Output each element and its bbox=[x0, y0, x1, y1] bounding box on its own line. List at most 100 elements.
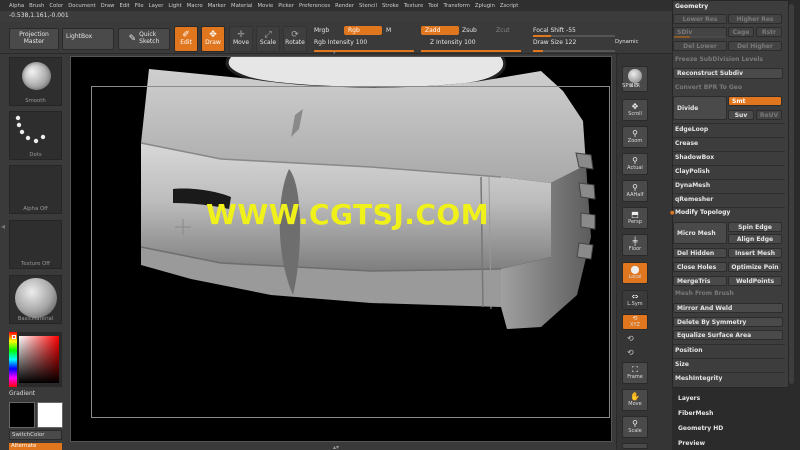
focal-shift-slider[interactable]: Focal Shift -55 bbox=[533, 27, 576, 34]
convert-bpr-button[interactable]: Convert BPR To Geo bbox=[675, 84, 742, 91]
claypolish-button[interactable]: ClayPolish bbox=[675, 168, 710, 175]
menu-zplugin[interactable]: Zplugin bbox=[475, 3, 495, 9]
persp-button[interactable]: ⬒ Persp bbox=[622, 207, 648, 229]
switch-color-button[interactable]: SwitchColor bbox=[9, 430, 62, 440]
rotate-z-icon[interactable]: ⟲ bbox=[627, 348, 634, 357]
floor-button[interactable]: ╪ Floor bbox=[622, 234, 648, 256]
crease-button[interactable]: Crease bbox=[675, 140, 698, 147]
texture-picker[interactable]: Texture Off bbox=[9, 220, 62, 269]
fibermesh-subpalette[interactable]: FiberMesh bbox=[678, 410, 713, 417]
left-collapse-arrow-icon[interactable]: ◂ bbox=[1, 222, 5, 231]
del-lower-button[interactable]: Del Lower bbox=[673, 41, 727, 51]
hue-strip[interactable] bbox=[9, 332, 17, 387]
xyz-button[interactable]: ⟲ XYZ bbox=[622, 314, 648, 330]
m-button[interactable]: M bbox=[386, 27, 391, 34]
menu-light[interactable]: Light bbox=[168, 3, 181, 9]
draw-size-slider[interactable]: Draw Size 122 bbox=[533, 39, 576, 46]
mrgb-button[interactable]: Mrgb bbox=[314, 27, 329, 34]
move-view-button[interactable]: ✋ Move bbox=[622, 389, 648, 411]
zoom-button[interactable]: ⚲ Zoom bbox=[622, 126, 648, 148]
menu-transform[interactable]: Transform bbox=[444, 3, 470, 9]
menu-texture[interactable]: Texture bbox=[404, 3, 423, 9]
micro-mesh-button[interactable]: Micro Mesh bbox=[673, 222, 727, 244]
reuv-button[interactable]: ReUV bbox=[756, 110, 782, 120]
lightbox-button[interactable]: LightBox bbox=[62, 28, 114, 50]
aahalf-button[interactable]: ⚲ AAHalf bbox=[622, 180, 648, 202]
insert-mesh-button[interactable]: Insert Mesh bbox=[728, 248, 782, 258]
close-holes-button[interactable]: Close Holes bbox=[673, 262, 727, 272]
menu-material[interactable]: Material bbox=[231, 3, 253, 9]
menu-brush[interactable]: Brush bbox=[29, 3, 44, 9]
stroke-picker[interactable]: Dots bbox=[9, 111, 62, 160]
smt-toggle[interactable]: Smt bbox=[728, 96, 782, 106]
menu-preferences[interactable]: Preferences bbox=[299, 3, 330, 9]
draw-button[interactable]: ✥ Draw bbox=[201, 26, 225, 52]
zadd-button[interactable]: Zadd bbox=[421, 26, 459, 35]
main-color-swatch[interactable] bbox=[9, 402, 35, 428]
scale-button[interactable]: ⤢ Scale bbox=[256, 26, 280, 52]
rotate-y-icon[interactable]: ⟲ bbox=[627, 334, 634, 343]
rotate-button[interactable]: ⟳ Rotate bbox=[283, 26, 307, 52]
rgb-intensity-slider[interactable]: Rgb Intensity 100 bbox=[314, 39, 367, 46]
z-intensity-slider[interactable]: Z Intensity 100 bbox=[430, 39, 476, 46]
position-button[interactable]: Position bbox=[675, 347, 702, 354]
optimize-points-button[interactable]: Optimize Poin bbox=[728, 262, 782, 272]
alternate-button[interactable]: Alternate bbox=[9, 443, 62, 450]
del-hidden-button[interactable]: Del Hidden bbox=[673, 248, 727, 258]
actual-button[interactable]: ⚲ Actual bbox=[622, 153, 648, 175]
menu-render[interactable]: Render bbox=[335, 3, 354, 9]
alpha-picker[interactable]: Alpha Off bbox=[9, 165, 62, 214]
delete-by-symmetry-button[interactable]: Delete By Symmetry bbox=[673, 317, 783, 327]
rgb-intensity-track[interactable] bbox=[314, 50, 414, 52]
menu-layer[interactable]: Layer bbox=[149, 3, 164, 9]
draw-size-track[interactable] bbox=[533, 50, 615, 52]
menu-marker[interactable]: Marker bbox=[208, 3, 226, 9]
menu-macro[interactable]: Macro bbox=[187, 3, 203, 9]
meshintegrity-button[interactable]: MeshIntegrity bbox=[675, 375, 722, 382]
freeze-subdiv-button[interactable]: Freeze SubDivision Levels bbox=[675, 56, 763, 63]
layers-subpalette[interactable]: Layers bbox=[678, 395, 700, 402]
focal-shift-track[interactable] bbox=[533, 35, 615, 37]
modify-topology-header[interactable]: Modify Topology bbox=[675, 209, 730, 216]
frame-button[interactable]: ⛶ Frame bbox=[622, 362, 648, 384]
mesh-from-brush-button[interactable]: Mesh From Brush bbox=[675, 290, 734, 297]
menu-stencil[interactable]: Stencil bbox=[359, 3, 377, 9]
qremesher-button[interactable]: qRemesher bbox=[675, 196, 713, 203]
suv-toggle[interactable]: Suv bbox=[728, 110, 754, 120]
saturation-value-square[interactable] bbox=[19, 336, 59, 383]
spix-slider[interactable]: SPix 3 bbox=[622, 83, 638, 89]
mergetris-button[interactable]: MergeTris bbox=[673, 276, 727, 286]
weldpoints-button[interactable]: WeldPoints bbox=[728, 276, 782, 286]
edgeloop-button[interactable]: EdgeLoop bbox=[675, 126, 708, 133]
scroll-button[interactable]: ✥ Scroll bbox=[622, 99, 648, 121]
menu-file[interactable]: File bbox=[135, 3, 144, 9]
menu-zscript[interactable]: Zscript bbox=[500, 3, 518, 9]
del-higher-button[interactable]: Del Higher bbox=[728, 41, 782, 51]
menu-stroke[interactable]: Stroke bbox=[382, 3, 399, 9]
geometry-hd-subpalette[interactable]: Geometry HD bbox=[678, 425, 723, 432]
menu-document[interactable]: Document bbox=[68, 3, 95, 9]
z-intensity-track[interactable] bbox=[421, 50, 521, 52]
reconstruct-subdiv-button[interactable]: Reconstruct Subdiv bbox=[673, 68, 783, 79]
edit-button[interactable]: ✐ Edit bbox=[174, 26, 198, 52]
menu-movie[interactable]: Movie bbox=[258, 3, 274, 9]
rgb-button[interactable]: Rgb bbox=[344, 26, 382, 35]
higher-res-button[interactable]: Higher Res bbox=[728, 14, 782, 24]
mirror-and-weld-button[interactable]: Mirror And Weld bbox=[673, 303, 783, 313]
local-button[interactable]: ⬤ Local bbox=[622, 262, 648, 284]
size-button[interactable]: Size bbox=[675, 361, 689, 368]
menu-tool[interactable]: Tool bbox=[428, 3, 438, 9]
menu-edit[interactable]: Edit bbox=[120, 3, 130, 9]
align-edge-button[interactable]: Align Edge bbox=[728, 234, 782, 244]
menu-picker[interactable]: Picker bbox=[278, 3, 294, 9]
menu-alpha[interactable]: Alpha bbox=[9, 3, 24, 9]
material-picker[interactable]: BasicMaterial bbox=[9, 275, 62, 324]
quick-sketch-button[interactable]: ✎ Quick Sketch bbox=[118, 28, 170, 50]
brush-picker[interactable]: Smooth bbox=[9, 57, 62, 106]
sdiv-track[interactable] bbox=[674, 36, 726, 38]
rstr-button[interactable]: Rstr bbox=[756, 27, 782, 37]
zsub-button[interactable]: Zsub bbox=[462, 27, 477, 34]
tray-scrollbar[interactable] bbox=[789, 4, 794, 384]
top-collapse-arrow-icon[interactable]: ▾ bbox=[333, 50, 336, 56]
color-picker[interactable] bbox=[9, 332, 62, 387]
